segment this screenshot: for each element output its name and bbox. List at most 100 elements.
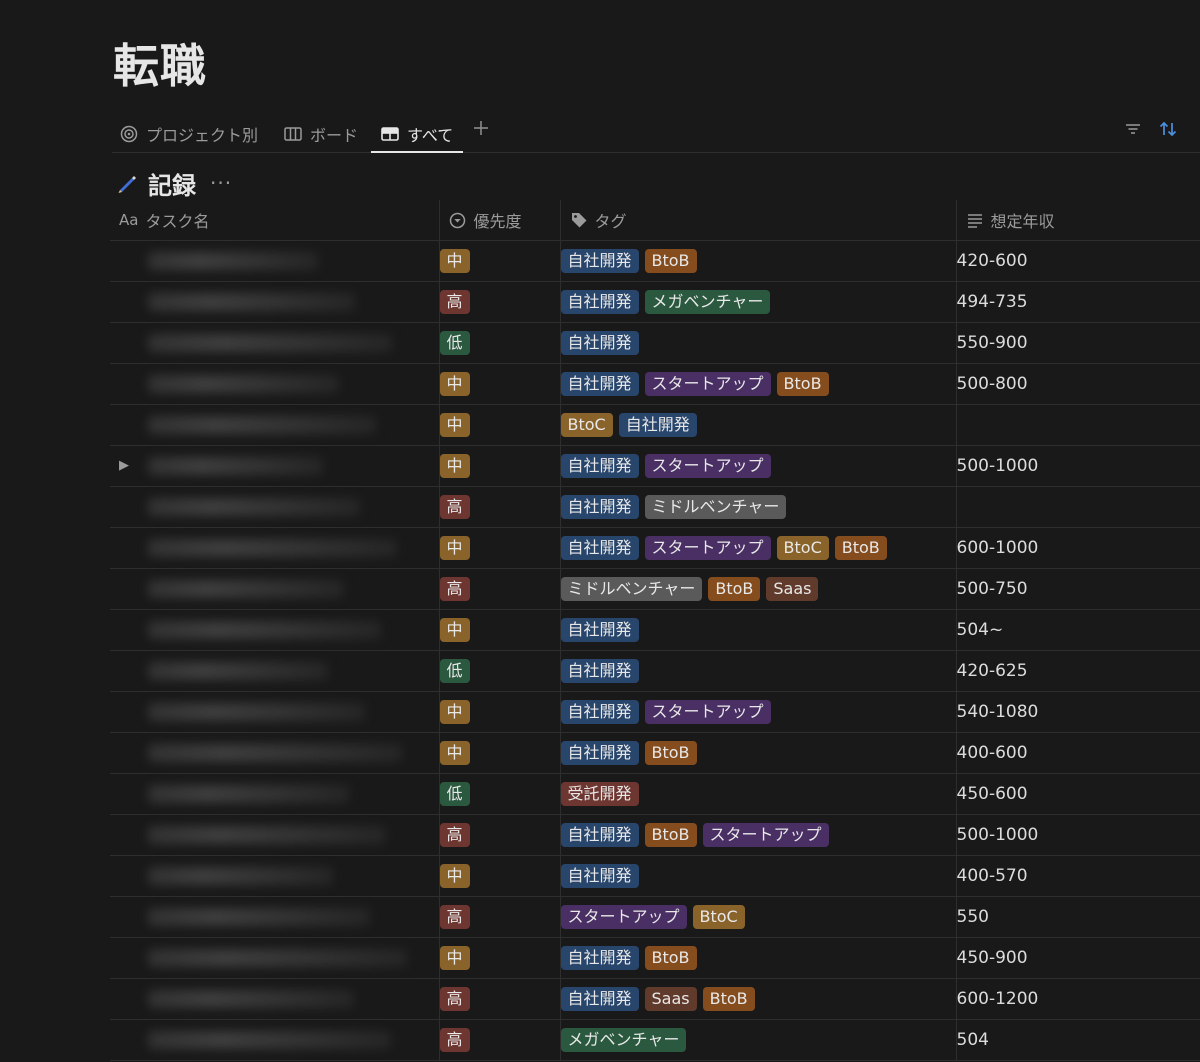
tags-cell[interactable]: 自社開発 <box>559 855 957 897</box>
more-options-button[interactable]: ··· <box>210 171 232 195</box>
task-name-cell[interactable] <box>110 937 440 979</box>
priority-cell[interactable]: 中 <box>438 445 561 487</box>
priority-cell[interactable]: 中 <box>438 404 561 446</box>
task-name-cell[interactable] <box>110 527 440 569</box>
tags-cell[interactable]: BtoC 自社開発 <box>559 404 957 446</box>
table-row[interactable]: 中自社開発 BtoB 420-600 <box>110 240 1200 282</box>
task-name-cell[interactable] <box>110 1019 440 1061</box>
task-name-cell[interactable] <box>110 773 440 815</box>
table-row[interactable]: 高自社開発 メガベンチャー 494-735 <box>110 281 1200 323</box>
priority-cell[interactable]: 低 <box>438 322 561 364</box>
column-header-salary[interactable]: 想定年収 <box>955 200 1200 241</box>
tags-cell[interactable]: 自社開発 <box>559 609 957 651</box>
priority-cell[interactable]: 高 <box>438 978 561 1020</box>
table-row[interactable]: 高自社開発 Saas BtoB 600-1200 <box>110 978 1200 1020</box>
salary-cell[interactable]: 504~ <box>955 609 1200 651</box>
priority-cell[interactable]: 中 <box>438 937 561 979</box>
tags-cell[interactable]: 自社開発 メガベンチャー <box>559 281 957 323</box>
table-row[interactable]: 高ミドルベンチャー BtoB Saas 500-750 <box>110 568 1200 610</box>
tags-cell[interactable]: メガベンチャー <box>559 1019 957 1061</box>
tags-cell[interactable]: 自社開発 スタートアップ <box>559 691 957 733</box>
table-row[interactable]: 中自社開発 BtoB 400-600 <box>110 732 1200 774</box>
priority-cell[interactable]: 中 <box>438 855 561 897</box>
salary-cell[interactable]: 450-900 <box>955 937 1200 979</box>
tab-project[interactable]: プロジェクト別 <box>120 116 258 152</box>
salary-cell[interactable]: 504 <box>955 1019 1200 1061</box>
salary-cell[interactable]: 420-600 <box>955 240 1200 282</box>
priority-cell[interactable]: 中 <box>438 609 561 651</box>
table-row[interactable]: 高 自社開発 ミドルベンチャー <box>110 486 1200 528</box>
tags-cell[interactable]: 受託開発 <box>559 773 957 815</box>
task-name-cell[interactable] <box>110 322 440 364</box>
tags-cell[interactable]: 自社開発 <box>559 322 957 364</box>
tags-cell[interactable]: ミドルベンチャー BtoB Saas <box>559 568 957 610</box>
priority-cell[interactable]: 中 <box>438 691 561 733</box>
table-row[interactable]: 低 自社開発 420-625 <box>110 650 1200 692</box>
table-row[interactable]: ▶ 中自社開発 スタートアップ 500-1000 <box>110 445 1200 487</box>
task-name-cell[interactable] <box>110 240 440 282</box>
column-header-tags[interactable]: タグ <box>559 200 957 241</box>
tags-cell[interactable]: 自社開発 BtoB <box>559 732 957 774</box>
task-name-cell[interactable] <box>110 691 440 733</box>
priority-cell[interactable]: 中 <box>438 732 561 774</box>
priority-cell[interactable]: 高 <box>438 486 561 528</box>
priority-cell[interactable]: 高 <box>438 814 561 856</box>
salary-cell[interactable]: 540-1080 <box>955 691 1200 733</box>
task-name-cell[interactable]: ▶ <box>110 445 440 487</box>
priority-cell[interactable]: 低 <box>438 650 561 692</box>
salary-cell[interactable]: 500-1000 <box>955 445 1200 487</box>
salary-cell[interactable]: 550 <box>955 896 1200 938</box>
table-row[interactable]: 高 メガベンチャー 504 <box>110 1019 1200 1061</box>
salary-cell[interactable]: 494-735 <box>955 281 1200 323</box>
column-header-priority[interactable]: 優先度 <box>438 200 561 241</box>
tags-cell[interactable]: 自社開発 スタートアップ <box>559 445 957 487</box>
tags-cell[interactable]: 自社開発 <box>559 650 957 692</box>
tags-cell[interactable]: 自社開発 BtoB スタートアップ <box>559 814 957 856</box>
task-name-cell[interactable] <box>110 363 440 405</box>
task-name-cell[interactable] <box>110 855 440 897</box>
task-name-cell[interactable] <box>110 978 440 1020</box>
task-name-cell[interactable] <box>110 486 440 528</box>
priority-cell[interactable]: 高 <box>438 568 561 610</box>
table-row[interactable]: 中自社開発 BtoB 450-900 <box>110 937 1200 979</box>
priority-cell[interactable]: 中 <box>438 363 561 405</box>
salary-cell[interactable]: 500-750 <box>955 568 1200 610</box>
salary-cell[interactable]: 550-900 <box>955 322 1200 364</box>
table-row[interactable]: 中自社開発 スタートアップ 540-1080 <box>110 691 1200 733</box>
salary-cell[interactable]: 450-600 <box>955 773 1200 815</box>
salary-cell[interactable] <box>955 404 1200 446</box>
salary-cell[interactable] <box>955 486 1200 528</box>
expand-toggle-icon[interactable]: ▶ <box>119 458 129 473</box>
table-row[interactable]: 高スタートアップ BtoC 550 <box>110 896 1200 938</box>
table-row[interactable]: 中 自社開発 400-570 <box>110 855 1200 897</box>
table-row[interactable]: 低 受託開発 450-600 <box>110 773 1200 815</box>
salary-cell[interactable]: 600-1200 <box>955 978 1200 1020</box>
salary-cell[interactable]: 500-800 <box>955 363 1200 405</box>
filter-button[interactable] <box>1124 120 1142 142</box>
task-name-cell[interactable] <box>110 896 440 938</box>
task-name-cell[interactable] <box>110 281 440 323</box>
task-name-cell[interactable] <box>110 609 440 651</box>
priority-cell[interactable]: 中 <box>438 240 561 282</box>
salary-cell[interactable]: 600-1000 <box>955 527 1200 569</box>
priority-cell[interactable]: 高 <box>438 281 561 323</box>
salary-cell[interactable]: 420-625 <box>955 650 1200 692</box>
priority-cell[interactable]: 高 <box>438 896 561 938</box>
table-row[interactable]: 中自社開発 スタートアップ BtoC BtoB 600-1000 <box>110 527 1200 569</box>
priority-cell[interactable]: 中 <box>438 527 561 569</box>
table-row[interactable]: 中 自社開発 504~ <box>110 609 1200 651</box>
table-row[interactable]: 高自社開発 BtoB スタートアップ 500-1000 <box>110 814 1200 856</box>
tab-board[interactable]: ボード <box>284 116 358 152</box>
tags-cell[interactable]: 自社開発 スタートアップ BtoB <box>559 363 957 405</box>
priority-cell[interactable]: 高 <box>438 1019 561 1061</box>
tags-cell[interactable]: 自社開発 BtoB <box>559 937 957 979</box>
salary-cell[interactable]: 400-570 <box>955 855 1200 897</box>
column-header-name[interactable]: Aa タスク名 <box>110 200 440 241</box>
table-row[interactable]: 低 自社開発 550-900 <box>110 322 1200 364</box>
priority-cell[interactable]: 低 <box>438 773 561 815</box>
tab-all[interactable]: すべて <box>370 116 464 153</box>
table-row[interactable]: 中 BtoC 自社開発 <box>110 404 1200 446</box>
add-view-button[interactable] <box>472 118 490 142</box>
salary-cell[interactable]: 500-1000 <box>955 814 1200 856</box>
task-name-cell[interactable] <box>110 404 440 446</box>
